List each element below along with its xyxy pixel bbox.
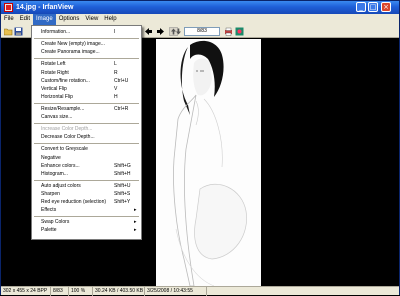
menu-item-shortcut: Shift+S	[114, 191, 131, 197]
menu-item-label: Rotate Right	[41, 69, 69, 76]
menu-item-label: Palette	[41, 227, 57, 234]
menu-separator	[34, 38, 139, 40]
menu-item-enhance-colors[interactable]: Enhance colors... Shift+G	[32, 162, 141, 170]
menu-item-label: Horizontal Flip	[41, 93, 73, 100]
arrow-right-icon[interactable]	[156, 27, 165, 36]
menu-item-shortcut: Shift+H	[114, 170, 131, 177]
menu-view[interactable]: View	[82, 14, 101, 25]
menu-item-create-new-empty-image[interactable]: Create New (empty) image...	[32, 40, 141, 48]
menu-item-palette[interactable]: Palette ▸	[32, 226, 141, 234]
window-title: 14.jpg - IrfanView	[16, 4, 74, 11]
image-menu-dropdown: Information... I Create New (empty) image.…	[31, 25, 142, 240]
menu-item-shortcut: R	[114, 69, 118, 76]
menu-options[interactable]: Options	[56, 14, 83, 25]
irfanview-app-icon[interactable]	[4, 3, 13, 12]
menu-item-label: Create Panorama image...	[41, 49, 100, 56]
menu-item-convert-to-greyscale[interactable]: Convert to Greyscale	[32, 145, 141, 153]
photo-image	[156, 39, 261, 286]
menu-item-increase-color-depth[interactable]: Increase Color Depth...	[32, 125, 141, 133]
menu-separator	[34, 216, 139, 218]
menu-item-label: Resize/Resample...	[41, 105, 85, 112]
maximize-button[interactable]: □	[368, 2, 378, 12]
menu-item-shortcut: I	[114, 29, 116, 35]
menu-item-histogram[interactable]: Histogram... Shift+H	[32, 170, 141, 178]
close-button[interactable]: ×	[381, 2, 391, 12]
menu-separator	[34, 123, 139, 125]
menu-separator	[34, 179, 139, 181]
menu-item-shortcut: V	[114, 85, 118, 92]
menu-item-swap-colors[interactable]: Swap Colors ▸	[32, 218, 141, 226]
menu-item-rotate-left[interactable]: Rotate Left L	[32, 60, 141, 68]
menu-item-negative[interactable]: Negative	[32, 154, 141, 162]
page-counter-field[interactable]: 8/83	[184, 27, 220, 36]
menu-item-decrease-color-depth[interactable]: Decrease Color Depth...	[32, 133, 141, 141]
menu-item-create-panorama-image[interactable]: Create Panorama image...	[32, 48, 141, 56]
menu-item-label: Effects	[41, 207, 57, 214]
menu-help[interactable]: Help	[101, 14, 119, 25]
submenu-arrow-icon: ▸	[134, 227, 137, 234]
status-bar: 302 x 455 x 24 BPP 8/83 100 % 30.24 KB /…	[1, 286, 399, 296]
menu-item-label: Increase Color Depth...	[41, 126, 93, 133]
menu-item-shortcut: Shift+G	[114, 162, 131, 169]
print-icon[interactable]	[224, 27, 233, 36]
menu-item-label: Information...	[41, 29, 71, 35]
menu-item-resize-resample[interactable]: Resize/Resample... Ctrl+R	[32, 105, 141, 113]
irfanview-window: 14.jpg - IrfanView _ □ × File Edit Image…	[0, 0, 400, 296]
menu-item-label: Enhance colors...	[41, 162, 80, 169]
menu-item-shortcut: H	[114, 93, 118, 100]
menu-item-red-eye-reduction-selection[interactable]: Red eye reduction (selection) Shift+Y	[32, 198, 141, 206]
menu-item-vertical-flip[interactable]: Vertical Flip V	[32, 85, 141, 93]
arrow-left-icon[interactable]	[144, 27, 153, 36]
menu-image[interactable]: Image	[33, 14, 56, 25]
menu-item-shortcut: Shift+U	[114, 182, 131, 189]
menu-item-custom-fine-rotation[interactable]: Custom/fine rotation... Ctrl+U	[32, 77, 141, 85]
info-icon[interactable]	[235, 27, 244, 36]
menu-item-shortcut: Ctrl+R	[114, 105, 129, 112]
menu-item-label: Custom/fine rotation...	[41, 77, 90, 84]
menu-item-label: Create New (empty) image...	[41, 41, 105, 48]
menu-item-label: Vertical Flip	[41, 85, 67, 92]
minimize-button[interactable]: _	[356, 2, 366, 12]
menu-item-label: Canvas size...	[41, 114, 73, 121]
menu-separator	[34, 58, 139, 60]
submenu-arrow-icon: ▸	[134, 219, 137, 226]
menu-item-auto-adjust-colors[interactable]: Auto adjust colors Shift+U	[32, 182, 141, 190]
menu-item-label: Sharpen	[41, 191, 60, 197]
menu-bar: File Edit Image Options View Help	[1, 14, 399, 25]
menu-item-horizontal-flip[interactable]: Horizontal Flip H	[32, 93, 141, 101]
menu-item-label: Swap Colors	[41, 219, 70, 226]
menu-item-rotate-right[interactable]: Rotate Right R	[32, 69, 141, 77]
menu-separator	[34, 143, 139, 145]
menu-item-sharpen[interactable]: Sharpen Shift+S	[32, 190, 141, 198]
open-folder-icon[interactable]	[4, 27, 13, 36]
menu-item-label: Convert to Greyscale	[41, 146, 88, 153]
menu-edit[interactable]: Edit	[17, 14, 33, 25]
menu-item-information[interactable]: Information... I	[32, 28, 141, 36]
menu-item-label: Rotate Left	[41, 61, 66, 68]
menu-separator	[34, 102, 139, 104]
menu-item-effects[interactable]: Effects ▸	[32, 206, 141, 214]
menu-item-shortcut: L	[114, 61, 117, 68]
menu-item-label: Decrease Color Depth...	[41, 134, 95, 141]
menu-item-label: Auto adjust colors	[41, 182, 81, 189]
menu-item-canvas-size[interactable]: Canvas size...	[32, 113, 141, 121]
menu-item-shortcut: Ctrl+U	[114, 77, 129, 84]
arrow-down-icon[interactable]	[174, 27, 183, 36]
menu-item-shortcut: Shift+Y	[114, 199, 131, 206]
title-bar[interactable]: 14.jpg - IrfanView _ □ ×	[1, 1, 399, 14]
menu-item-label: Red eye reduction (selection)	[41, 199, 107, 206]
submenu-arrow-icon: ▸	[134, 207, 137, 214]
menu-file[interactable]: File	[1, 14, 17, 25]
save-icon[interactable]	[14, 27, 23, 36]
menu-item-label: Histogram...	[41, 170, 68, 177]
menu-item-label: Negative	[41, 154, 61, 161]
